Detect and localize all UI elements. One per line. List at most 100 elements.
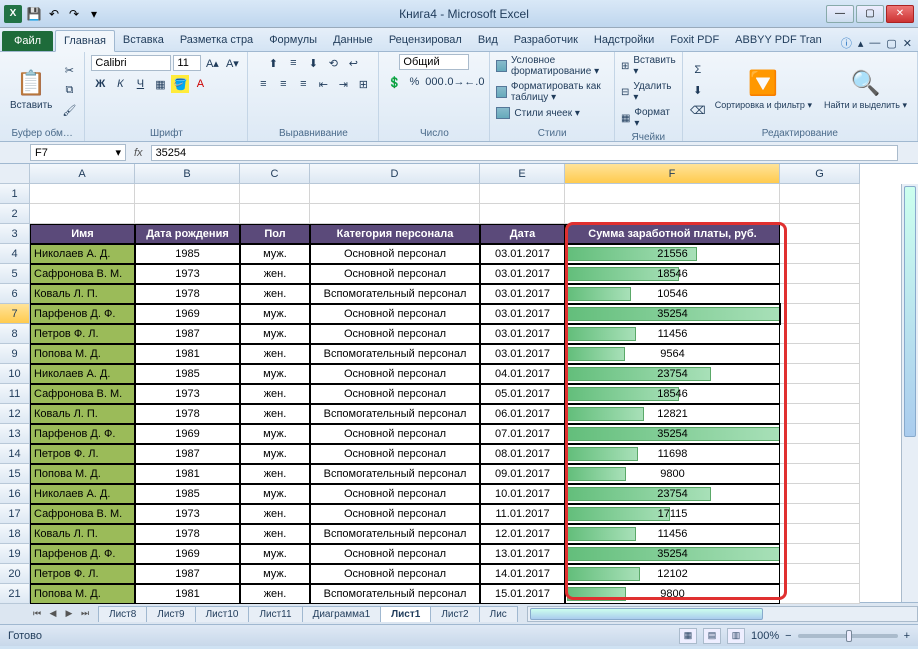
cell[interactable] [780,404,860,424]
cell[interactable]: 12102 [565,564,780,584]
number-format-input[interactable] [399,54,469,70]
cell[interactable]: жен. [240,584,310,604]
normal-view-icon[interactable]: ▦ [679,628,697,644]
cell[interactable]: 11456 [565,324,780,344]
column-header[interactable]: F [565,164,780,184]
merge-icon[interactable]: ⊞ [354,75,372,93]
cell[interactable]: муж. [240,244,310,264]
cell[interactable]: 1985 [135,244,240,264]
row-header[interactable]: 19 [0,544,30,564]
row-header[interactable]: 10 [0,364,30,384]
doc-restore-icon[interactable]: ▢ [886,37,896,50]
row-header[interactable]: 2 [0,204,30,224]
cell[interactable] [780,544,860,564]
cell[interactable]: Попова М. Д. [30,584,135,604]
format-painter-icon[interactable]: 🖌 [60,101,78,119]
name-box[interactable]: F7▾ [30,144,126,161]
sheet-tab[interactable]: Лис [479,606,518,622]
row-header[interactable]: 11 [0,384,30,404]
cell[interactable]: Николаев А. Д. [30,484,135,504]
cell[interactable]: жен. [240,284,310,304]
align-center-icon[interactable]: ≡ [274,75,292,93]
column-header[interactable]: C [240,164,310,184]
cell[interactable]: Коваль Л. П. [30,404,135,424]
cell[interactable] [30,204,135,224]
ribbon-tab[interactable]: Разметка стра [172,30,261,51]
cut-icon[interactable]: ✂ [60,61,78,79]
cell[interactable]: 18546 [565,384,780,404]
ribbon-tab[interactable]: Рецензировал [381,30,470,51]
cell[interactable]: 03.01.2017 [480,244,565,264]
cell[interactable]: жен. [240,464,310,484]
cell[interactable]: Коваль Л. П. [30,284,135,304]
cell[interactable] [780,284,860,304]
cell[interactable]: Вспомогательный персонал [310,404,480,424]
cell[interactable]: Основной персонал [310,324,480,344]
cell[interactable] [780,424,860,444]
namebox-dropdown-icon[interactable]: ▾ [115,146,121,159]
row-header[interactable]: 16 [0,484,30,504]
cell[interactable]: Вспомогательный персонал [310,524,480,544]
cell[interactable]: Попова М. Д. [30,464,135,484]
align-right-icon[interactable]: ≡ [294,75,312,93]
cell[interactable]: Дата рождения [135,224,240,244]
cell[interactable] [135,204,240,224]
fx-icon[interactable]: fx [134,147,143,159]
increase-font-icon[interactable]: A▴ [203,54,221,72]
cell[interactable] [30,184,135,204]
sheet-tab[interactable]: Лист11 [248,606,302,622]
cell[interactable]: 23754 [565,364,780,384]
increase-decimal-icon[interactable]: .0→ [445,73,463,91]
cell[interactable]: Вспомогательный персонал [310,584,480,604]
cell[interactable]: жен. [240,524,310,544]
sheet-nav-next-icon[interactable]: ▶ [62,607,76,621]
cell[interactable]: 21556 [565,244,780,264]
font-name-input[interactable] [91,55,171,71]
cell[interactable]: 10.01.2017 [480,484,565,504]
column-header[interactable]: G [780,164,860,184]
cell[interactable]: 09.01.2017 [480,464,565,484]
sheet-tab[interactable]: Лист2 [430,606,479,622]
decrease-font-icon[interactable]: A▾ [223,54,241,72]
font-size-input[interactable] [173,55,201,71]
vscroll-thumb[interactable] [904,186,916,437]
cell[interactable]: 1969 [135,304,240,324]
decrease-indent-icon[interactable]: ⇤ [314,75,332,93]
cell[interactable]: Основной персонал [310,504,480,524]
row-header[interactable]: 12 [0,404,30,424]
minimize-button[interactable]: — [826,5,854,23]
format-as-table-button[interactable]: Форматировать как таблицу ▾ [496,80,608,104]
cell[interactable]: 18546 [565,264,780,284]
cell[interactable] [480,204,565,224]
cell[interactable]: 12.01.2017 [480,524,565,544]
cell[interactable]: муж. [240,424,310,444]
cell[interactable]: жен. [240,404,310,424]
cell[interactable]: Коваль Л. П. [30,524,135,544]
cell[interactable] [780,584,860,604]
cell[interactable]: 9564 [565,344,780,364]
cell-styles-button[interactable]: Стили ячеек ▾ [496,106,580,120]
cell[interactable]: Категория персонала [310,224,480,244]
cell[interactable]: 15.01.2017 [480,584,565,604]
cell[interactable] [240,184,310,204]
cell[interactable]: 03.01.2017 [480,304,565,324]
select-all-corner[interactable] [0,164,30,184]
hscroll-thumb[interactable] [530,608,764,620]
decrease-decimal-icon[interactable]: ←.0 [465,73,483,91]
file-tab[interactable]: Файл [2,31,53,51]
column-header[interactable]: E [480,164,565,184]
cell[interactable]: Сафронова В. М. [30,264,135,284]
row-header[interactable]: 8 [0,324,30,344]
cell[interactable]: 1973 [135,384,240,404]
cell[interactable]: Дата [480,224,565,244]
cell[interactable]: муж. [240,304,310,324]
cell[interactable]: муж. [240,484,310,504]
delete-cells-button[interactable]: ⊟ Удалить ▾ [621,80,676,104]
clear-icon[interactable]: ⌫ [689,101,707,119]
cell[interactable]: 03.01.2017 [480,284,565,304]
cell[interactable] [780,264,860,284]
zoom-thumb[interactable] [846,630,852,642]
cell[interactable] [780,204,860,224]
cell[interactable]: Петров Ф. Л. [30,564,135,584]
cell[interactable]: жен. [240,384,310,404]
